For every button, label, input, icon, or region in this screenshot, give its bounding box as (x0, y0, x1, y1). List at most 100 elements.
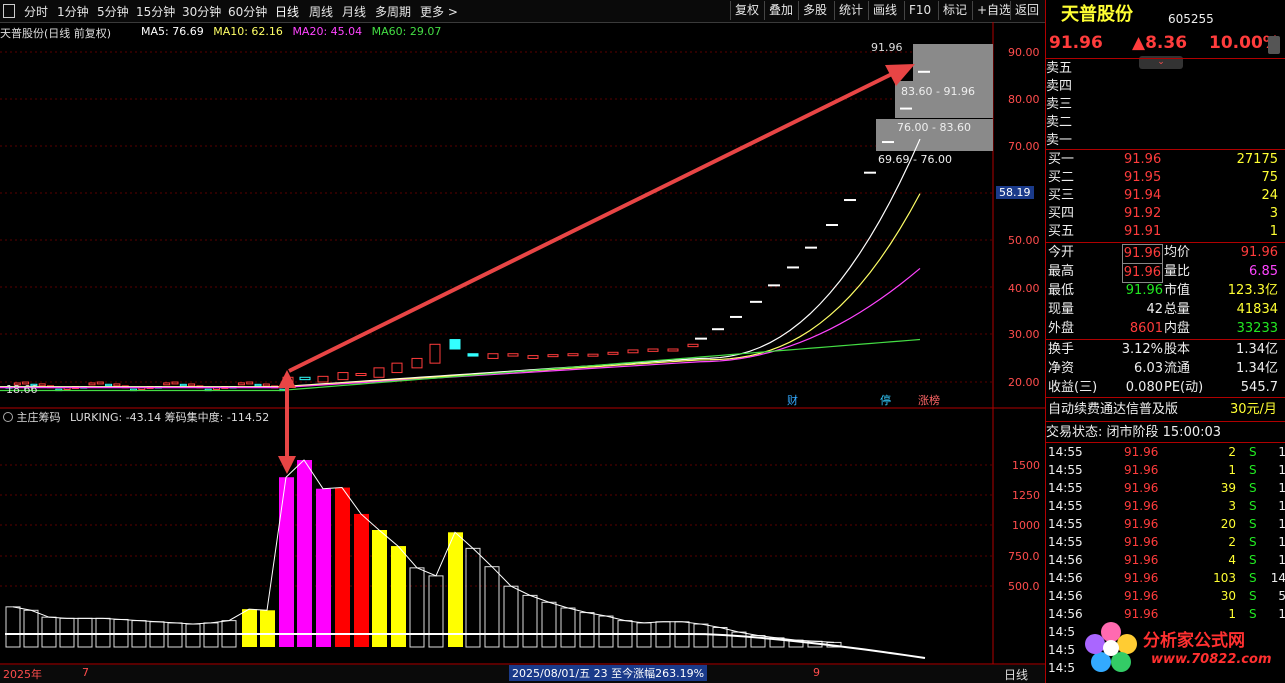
stat-value: 33233 (1236, 321, 1278, 336)
stats-button[interactable]: 统计 (834, 1, 867, 20)
price-tick: 70.00 (1008, 140, 1040, 153)
fuquan-button[interactable]: 复权 (730, 1, 763, 20)
fund-value: 1.34亿 (1236, 342, 1278, 357)
tick-price: 91.96 (1124, 481, 1159, 495)
buy-price: 91.92 (1124, 206, 1162, 221)
buy-label: 买二 (1048, 170, 1075, 185)
tick-volume: 30 (1220, 589, 1236, 603)
fund-label: PE(动) (1164, 380, 1204, 395)
tab-daily[interactable]: 日线 (275, 3, 299, 20)
tick-row: 14:55 91.96 2 S 1 (1046, 534, 1285, 550)
sell-2-label: 卖二 (1046, 115, 1073, 130)
menu-icon[interactable] (3, 4, 15, 18)
histogram-bar (59, 617, 75, 648)
tick-side: S (1249, 499, 1257, 513)
ad-row[interactable]: 自动续费通达信普及版 30元/月 (1046, 401, 1285, 419)
stat-label: 外盘 (1048, 321, 1075, 336)
fund-value: 0.080 (1125, 380, 1163, 395)
candle (163, 382, 171, 386)
tick-side: S (1249, 463, 1257, 477)
period-indicator[interactable]: 日线 (1004, 666, 1028, 683)
tab-30min[interactable]: 30分钟 (182, 3, 221, 20)
date-month-9: 9 (813, 666, 820, 679)
tick-side: S (1249, 517, 1257, 531)
candle (254, 383, 262, 387)
indicator-settings-icon[interactable] (3, 412, 13, 422)
tab-monthly[interactable]: 月线 (342, 3, 366, 20)
buy-price: 91.96 (1124, 152, 1162, 167)
stat-value: 91.96 (1240, 245, 1278, 260)
candle (96, 381, 104, 385)
buy-row: 买四 91.92 3 (1046, 205, 1285, 223)
tick-volume: 103 (1213, 571, 1236, 585)
tick-row: 14:55 91.96 39 S 1 (1046, 480, 1285, 496)
tick-count: 1 (1278, 553, 1285, 567)
histogram-bar (448, 532, 463, 647)
chip-band-label: 69.69 - 76.00 (878, 153, 952, 166)
histogram-bar (335, 487, 350, 647)
back-button[interactable]: 返回 (1010, 1, 1043, 20)
tick-count: 1 (1278, 463, 1285, 477)
stat-row: 最低 91.96 市值 123.3亿 (1046, 282, 1285, 300)
candle (188, 383, 196, 387)
fund-value: 1.34亿 (1236, 361, 1278, 376)
add-watchlist-button[interactable]: +自选 (972, 1, 1015, 20)
buy-label: 买四 (1048, 206, 1075, 221)
sell-5-label: 卖五 (1046, 61, 1073, 76)
scroll-toggle[interactable] (1268, 36, 1280, 54)
tab-15min[interactable]: 15分钟 (136, 3, 175, 20)
buy-label: 买一 (1048, 152, 1075, 167)
halt-marker[interactable]: 停 (880, 392, 891, 408)
limit-up-marker[interactable]: 涨榜 (918, 392, 940, 408)
tab-1min[interactable]: 1分钟 (57, 3, 89, 20)
tick-time: 14:5 (1048, 625, 1075, 639)
price-tick: 80.00 (1008, 93, 1040, 106)
tab-5min[interactable]: 5分钟 (97, 3, 129, 20)
fund-row: 换手 3.12% 股本 1.34亿 (1046, 341, 1285, 359)
candle (38, 383, 46, 387)
tick-count: 5 (1278, 589, 1285, 603)
tab-fenshi[interactable]: 分时 (24, 3, 48, 20)
price-tick: 40.00 (1008, 282, 1040, 295)
tab-multi-period[interactable]: 多周期 (375, 3, 411, 20)
multi-stock-button[interactable]: 多股 (798, 1, 831, 20)
tick-price: 91.96 (1124, 553, 1159, 567)
fund-label: 流通 (1164, 361, 1191, 376)
histogram-bar (260, 610, 275, 647)
indicator-tick: 1500 (1012, 459, 1040, 472)
buy-price: 91.95 (1124, 170, 1162, 185)
histogram-bar (579, 612, 595, 648)
fund-label: 股本 (1164, 342, 1191, 357)
candle (487, 353, 499, 359)
histogram-bar (372, 530, 387, 647)
price-row: 91.96 ▲8.36 10.00% (1046, 34, 1285, 58)
finance-marker[interactable]: 财 (787, 392, 798, 408)
mark-button[interactable]: 标记 (938, 1, 971, 20)
tick-time: 14:56 (1048, 571, 1083, 585)
tab-weekly[interactable]: 周线 (309, 3, 333, 20)
indicator-tick: 1250 (1012, 489, 1040, 502)
low-label: 18.66 (6, 383, 38, 396)
buy-volume: 75 (1261, 170, 1278, 185)
current-price-tag: 58.19 (996, 186, 1034, 199)
stat-value: 6.85 (1249, 264, 1278, 279)
tick-price: 91.96 (1124, 589, 1159, 603)
candle (429, 343, 441, 364)
watermark-logo: 分析家公式网 www.70822.com (1081, 608, 1285, 683)
kline-chart-area[interactable]: 天普股份(日线 前复权) MA5: 76.69 MA10: 62.16 MA20… (0, 22, 1045, 683)
tab-60min[interactable]: 60分钟 (228, 3, 267, 20)
kline-chart[interactable] (0, 22, 1045, 683)
candle (337, 372, 349, 381)
histogram-bar (541, 601, 557, 648)
f10-button[interactable]: F10 (904, 1, 935, 20)
histogram-bar (185, 623, 201, 648)
tick-volume: 1 (1228, 463, 1236, 477)
candle (507, 353, 519, 357)
buy-label: 买五 (1048, 224, 1075, 239)
tick-price: 91.96 (1124, 535, 1159, 549)
overlay-button[interactable]: 叠加 (764, 1, 797, 20)
tab-more[interactable]: 更多 > (420, 3, 458, 20)
draw-line-button[interactable]: 画线 (868, 1, 901, 20)
period-toolbar: 分时 1分钟 5分钟 15分钟 30分钟 60分钟 日线 周线 月线 多周期 更… (0, 0, 1045, 23)
buy-row: 买三 91.94 24 (1046, 187, 1285, 205)
